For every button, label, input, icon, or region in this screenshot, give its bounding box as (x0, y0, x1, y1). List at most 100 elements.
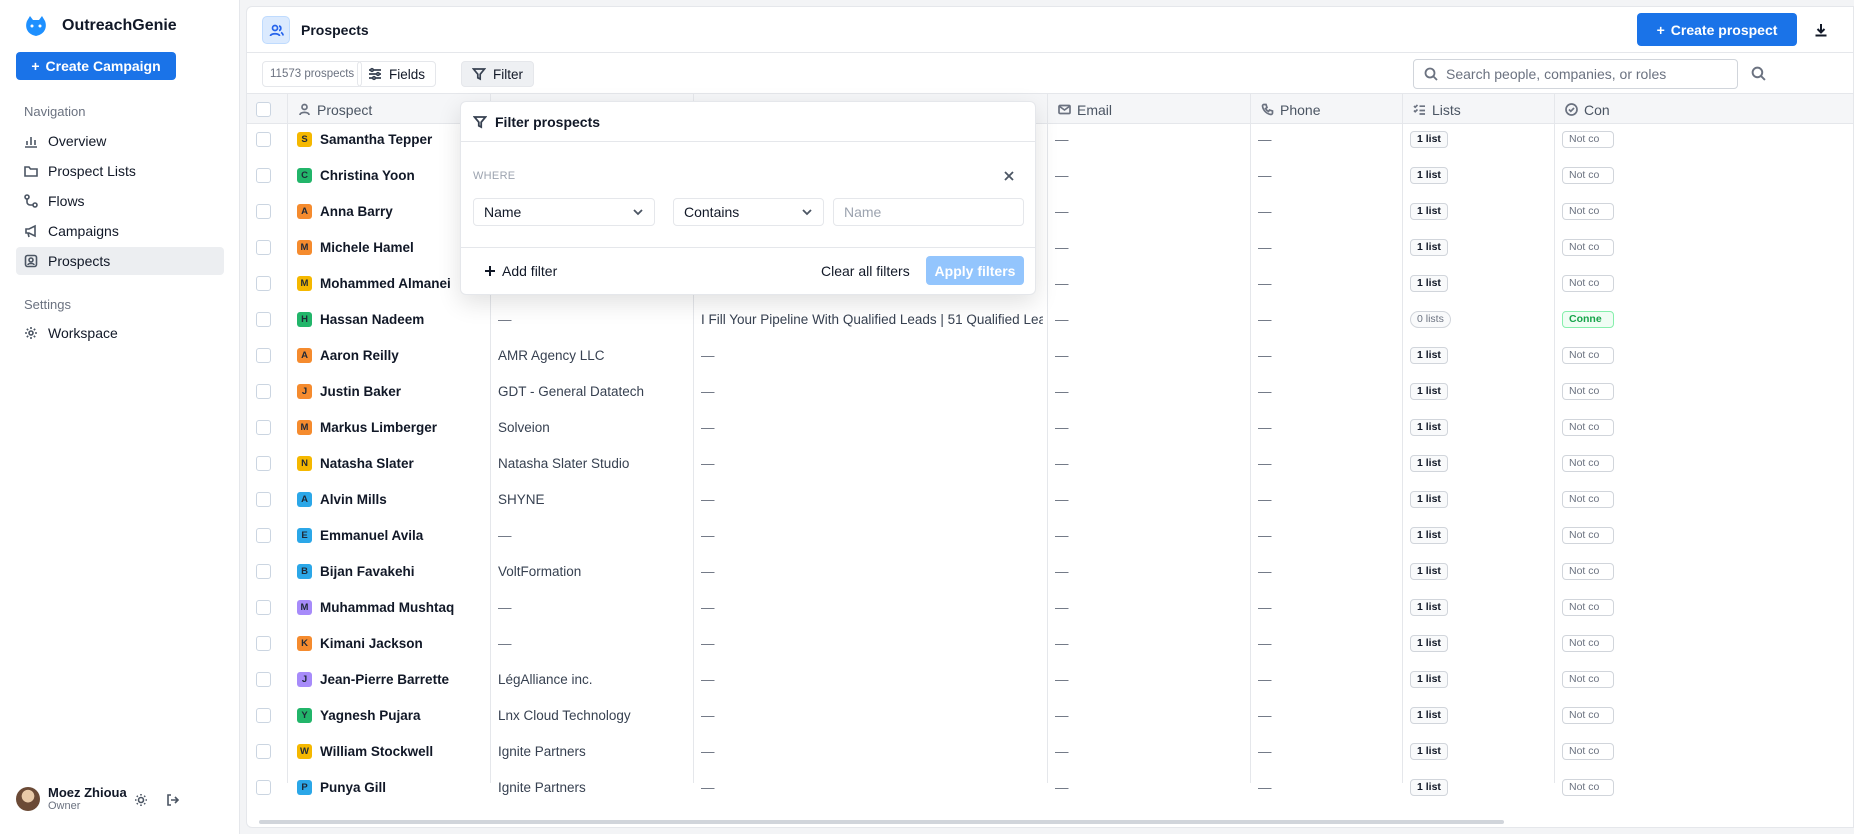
table-row[interactable]: B Bijan Favakehi VoltFormation — — — 1 list Not… (247, 556, 1853, 587)
lists-badge[interactable]: 1 list (1410, 382, 1448, 400)
table-row[interactable]: W William Stockwell Ignite Partners — — — 1 li… (247, 736, 1853, 767)
search-button[interactable] (1751, 66, 1767, 82)
prospect-cell[interactable]: B Bijan Favakehi (287, 556, 490, 587)
lists-badge[interactable]: 1 list (1410, 742, 1448, 760)
table-row[interactable]: J Jean-Pierre Barrette LégAlliance inc. — — —… (247, 664, 1853, 695)
lists-badge[interactable]: 1 list (1410, 202, 1448, 220)
row-checkbox[interactable] (256, 383, 271, 399)
prospect-cell[interactable]: M Markus Limberger (287, 412, 490, 443)
lists-badge[interactable]: 1 list (1410, 274, 1448, 292)
table-row[interactable]: M Markus Limberger Solveion — — — 1 list Not co (247, 412, 1853, 443)
sidebar-item-prospects[interactable]: Prospects (16, 247, 224, 275)
table-row[interactable]: J Justin Baker GDT - General Datatech — — — 1 … (247, 376, 1853, 407)
row-checkbox[interactable] (256, 131, 271, 147)
row-checkbox[interactable] (256, 275, 271, 291)
row-checkbox[interactable] (256, 671, 271, 687)
clear-all-filters-button[interactable]: Clear all filters (821, 263, 910, 279)
select-all-checkbox[interactable] (256, 102, 271, 117)
lists-badge[interactable]: 0 lists (1410, 310, 1451, 328)
sidebar-item-prospect-lists[interactable]: Prospect Lists (16, 157, 224, 185)
search-box[interactable] (1413, 59, 1738, 89)
row-checkbox[interactable] (256, 203, 271, 219)
row-checkbox[interactable] (256, 563, 271, 579)
row-checkbox[interactable] (256, 491, 271, 507)
table-row[interactable]: A Alvin Mills SHYNE — — — 1 list Not co (247, 484, 1853, 515)
row-checkbox[interactable] (256, 599, 271, 615)
logout-icon[interactable] (166, 793, 180, 807)
prospect-cell[interactable]: J Justin Baker (287, 376, 490, 407)
page-title: Prospects (301, 22, 369, 38)
create-campaign-button[interactable]: + Create Campaign (16, 52, 176, 80)
row-checkbox[interactable] (256, 311, 271, 327)
create-prospect-button[interactable]: + Create prospect (1637, 13, 1797, 46)
lists-badge[interactable]: 1 list (1410, 634, 1448, 652)
lists-badge[interactable]: 1 list (1410, 166, 1448, 184)
lists-badge[interactable]: 1 list (1410, 598, 1448, 616)
lists-badge[interactable]: 1 list (1410, 706, 1448, 724)
lists-badge[interactable]: 1 list (1410, 130, 1448, 148)
lists-badge[interactable]: 1 list (1410, 346, 1448, 364)
phone-cell: — (1258, 707, 1272, 723)
table-row[interactable]: E Emmanuel Avila — — — — 1 list Not co (247, 520, 1853, 551)
add-filter-button[interactable]: Add filter (484, 263, 557, 279)
sidebar-item-flows[interactable]: Flows (16, 187, 224, 215)
column-header-lists[interactable]: Lists (1402, 94, 1554, 125)
sidebar-item-overview[interactable]: Overview (16, 127, 224, 155)
table-row[interactable]: Y Yagnesh Pujara Lnx Cloud Technology — — — 1 … (247, 700, 1853, 731)
lists-badge[interactable]: 1 list (1410, 670, 1448, 688)
table-row[interactable]: A Aaron Reilly AMR Agency LLC — — — 1 list Not … (247, 340, 1853, 371)
filter-value-input[interactable] (833, 198, 1024, 226)
horizontal-scrollbar[interactable] (259, 820, 1504, 824)
lists-badge[interactable]: 1 list (1410, 490, 1448, 508)
row-checkbox[interactable] (256, 707, 271, 723)
sidebar-item-campaigns[interactable]: Campaigns (16, 217, 224, 245)
row-checkbox[interactable] (256, 779, 271, 795)
prospect-cell[interactable]: N Natasha Slater (287, 448, 490, 479)
row-checkbox[interactable] (256, 635, 271, 651)
table-row[interactable]: K Kimani Jackson — — — — 1 list Not co (247, 628, 1853, 659)
user-profile[interactable]: Moez Zhioua Owner (16, 785, 127, 812)
column-header-connection[interactable]: Con (1554, 94, 1704, 125)
prospect-cell[interactable]: P Punya Gill (287, 772, 490, 803)
filter-button[interactable]: Filter (461, 61, 534, 87)
lists-badge[interactable]: 1 list (1410, 778, 1448, 796)
filter-operator-select[interactable]: Contains (673, 198, 824, 226)
table-row[interactable]: H Hassan Nadeem — I Fill Your Pipeline With… (247, 304, 1853, 335)
column-header-email[interactable]: Email (1047, 94, 1250, 125)
filter-field-select[interactable]: Name (473, 198, 655, 226)
prospect-cell[interactable]: A Aaron Reilly (287, 340, 490, 371)
prospect-cell[interactable]: Y Yagnesh Pujara (287, 700, 490, 731)
download-button[interactable] (1807, 16, 1835, 44)
apply-filters-button[interactable]: Apply filters (926, 256, 1024, 285)
row-checkbox[interactable] (256, 527, 271, 543)
sun-icon[interactable] (134, 793, 148, 807)
lists-badge[interactable]: 1 list (1410, 562, 1448, 580)
row-checkbox[interactable] (256, 347, 271, 363)
remove-filter-button[interactable] (1003, 169, 1017, 183)
lists-badge[interactable]: 1 list (1410, 526, 1448, 544)
prospect-cell[interactable]: M Muhammad Mushtaq (287, 592, 490, 623)
lists-badge[interactable]: 1 list (1410, 454, 1448, 472)
prospect-cell[interactable]: A Alvin Mills (287, 484, 490, 515)
prospect-cell[interactable]: W William Stockwell (287, 736, 490, 767)
sidebar-item-workspace[interactable]: Workspace (16, 319, 224, 347)
prospect-cell[interactable]: J Jean-Pierre Barrette (287, 664, 490, 695)
prospect-cell[interactable]: H Hassan Nadeem (287, 304, 490, 335)
prospect-cell[interactable]: K Kimani Jackson (287, 628, 490, 659)
row-checkbox[interactable] (256, 167, 271, 183)
filter-icon (472, 68, 486, 81)
row-checkbox[interactable] (256, 239, 271, 255)
row-checkbox[interactable] (256, 455, 271, 471)
table-row[interactable]: M Muhammad Mushtaq — — — — 1 list Not co (247, 592, 1853, 623)
brand[interactable]: OutreachGenie (22, 12, 177, 40)
fields-button[interactable]: Fields (357, 61, 437, 87)
column-header-phone[interactable]: Phone (1250, 94, 1402, 125)
row-checkbox[interactable] (256, 419, 271, 435)
row-checkbox[interactable] (256, 743, 271, 759)
prospect-cell[interactable]: E Emmanuel Avila (287, 520, 490, 551)
table-row[interactable]: P Punya Gill Ignite Partners — — — 1 list Not c… (247, 772, 1853, 803)
lists-badge[interactable]: 1 list (1410, 418, 1448, 436)
table-row[interactable]: N Natasha Slater Natasha Slater Studio — — — 1… (247, 448, 1853, 479)
search-input[interactable] (1446, 66, 1716, 82)
lists-badge[interactable]: 1 list (1410, 238, 1448, 256)
